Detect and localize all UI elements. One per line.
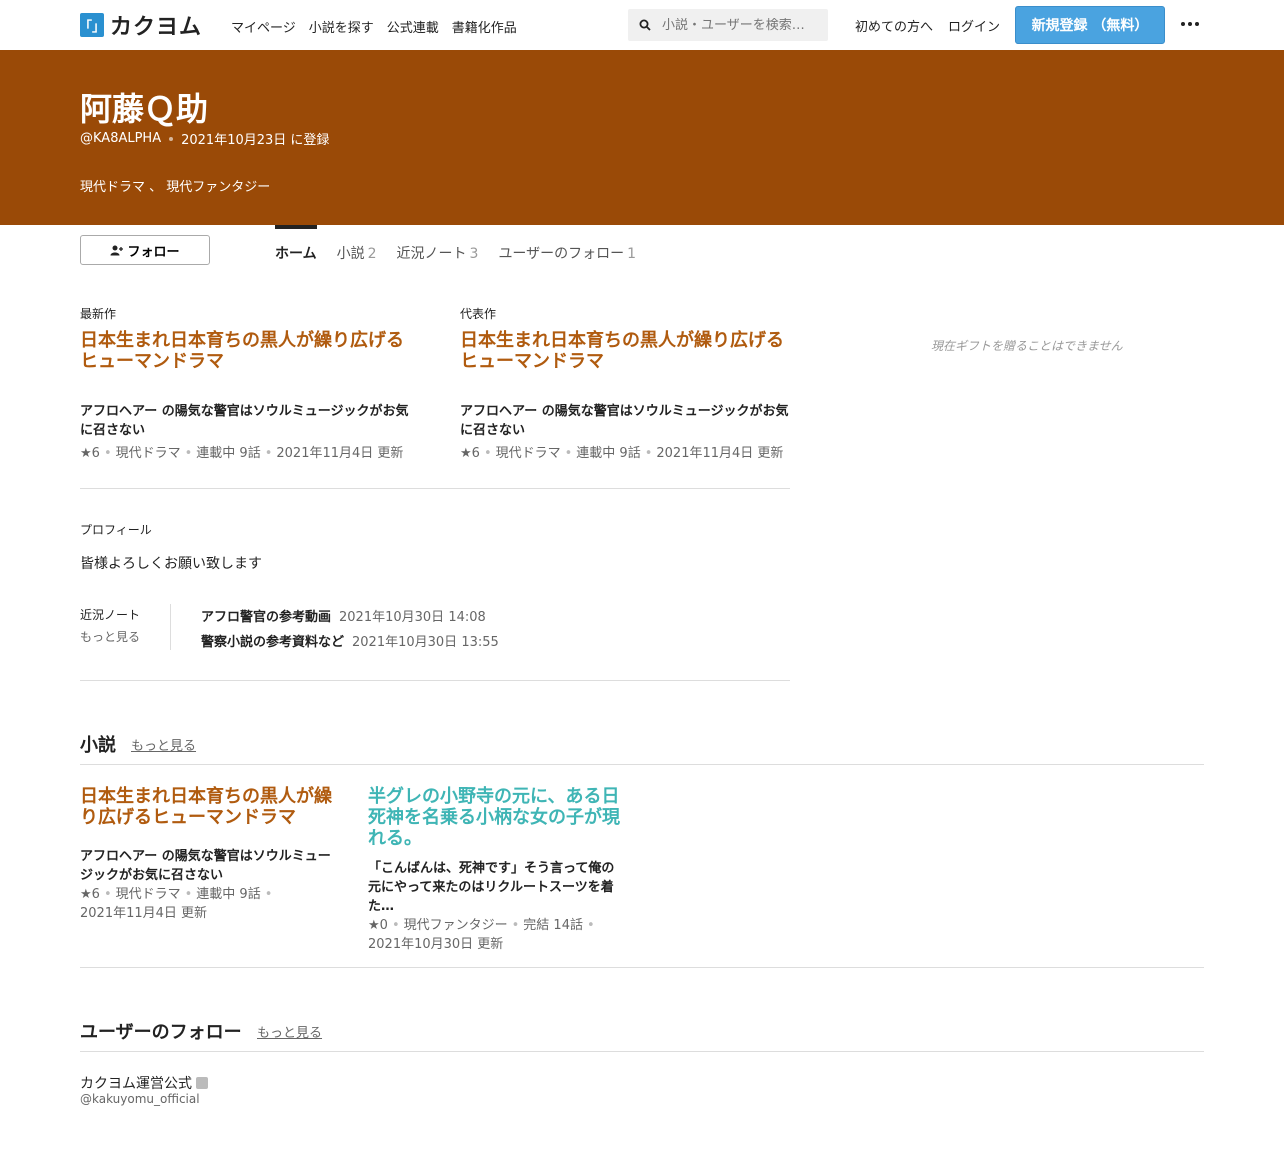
search-icon[interactable]: [628, 19, 662, 31]
notes-label: 近況ノート: [80, 608, 141, 622]
novel-title[interactable]: 半グレの小野寺の元に、ある日死神を名乗る小柄な女の子が現れる。: [368, 786, 623, 849]
user-handle: @KA8ALPHA: [80, 131, 162, 146]
registered-date: 2021年10月23日 に登録: [181, 133, 330, 148]
site-logo[interactable]: 「」 カクヨム: [79, 12, 203, 40]
divider: [170, 604, 171, 650]
divider: [80, 967, 1204, 968]
note-item: アフロ警官の参考動画 2021年10月30日 14:08: [201, 606, 486, 625]
separator-dot: [169, 136, 174, 141]
user-hero: 阿藤Ｑ助 @KA8ALPHA 2021年10月23日 に登録 現代ドラマ 、 現…: [0, 50, 1284, 225]
featured-work-label: 代表作: [460, 307, 497, 321]
latest-work-meta: ★6 • 現代ドラマ • 連載中 9話 • 2021年11月4日 更新: [80, 446, 404, 461]
add-user-icon: [110, 245, 124, 255]
tab-user-follows[interactable]: ユーザーのフォロー 1: [498, 225, 636, 265]
note-title[interactable]: アフロ警官の参考動画: [201, 610, 331, 625]
user-meta: @KA8ALPHA 2021年10月23日 に登録: [80, 129, 329, 148]
novel-meta: ★6 • 現代ドラマ • 連載中 9話 • 2021年11月4日 更新: [80, 887, 273, 921]
follow-button[interactable]: フォロー: [80, 235, 210, 265]
follow-label: フォロー: [127, 244, 180, 260]
follows-more-link[interactable]: もっと見る: [257, 1022, 322, 1041]
notes-more-link[interactable]: もっと見る: [80, 628, 140, 645]
official-badge-icon: [196, 1077, 208, 1089]
login-link[interactable]: ログイン: [948, 16, 1000, 35]
featured-work-meta: ★6 • 現代ドラマ • 連載中 9話 • 2021年11月4日 更新: [460, 446, 784, 461]
note-item: 警察小説の参考資料など 2021年10月30日 13:55: [201, 631, 499, 650]
latest-work-catchphrase: アフロヘアー の陽気な警官はソウルミュージックがお気に召さない: [80, 404, 409, 438]
tab-notes[interactable]: 近況ノート 3: [397, 225, 479, 265]
novel-card: 半グレの小野寺の元に、ある日死神を名乗る小柄な女の子が現れる。 「こんばんは、死…: [368, 786, 623, 954]
novels-section-title: 小説: [80, 735, 116, 756]
search-input[interactable]: [662, 17, 826, 33]
featured-work: 代表作 日本生まれ日本育ちの黒人が繰り広げるヒューマンドラマ アフロヘアー の陽…: [460, 305, 795, 461]
divider: [80, 488, 790, 489]
latest-work-title[interactable]: 日本生まれ日本育ちの黒人が繰り広げるヒューマンドラマ: [80, 330, 415, 372]
user-name: 阿藤Ｑ助: [80, 90, 209, 128]
divider: [80, 680, 790, 681]
novel-card: 日本生まれ日本育ちの黒人が繰り広げるヒューマンドラマ アフロヘアー の陽気な警官…: [80, 786, 335, 923]
nav-published-works[interactable]: 書籍化作品: [452, 17, 517, 36]
more-menu-icon[interactable]: [1178, 12, 1202, 36]
site-header: 「」 カクヨム マイページ 小説を探す 公式連載 書籍化作品 初めての方へ ログ…: [0, 0, 1284, 50]
signup-button[interactable]: 新規登録 （無料）: [1015, 6, 1165, 44]
novel-catchphrase: 「こんばんは、死神です」そう言って俺の元にやって来たのはリクルートスーツを着た…: [368, 861, 615, 914]
divider: [80, 1051, 1204, 1052]
nav-official-series[interactable]: 公式連載: [387, 17, 439, 36]
follows-section-title: ユーザーのフォロー: [80, 1022, 242, 1043]
novel-title[interactable]: 日本生まれ日本育ちの黒人が繰り広げるヒューマンドラマ: [80, 786, 335, 828]
main-nav: マイページ 小説を探す 公式連載 書籍化作品: [231, 17, 517, 36]
novels-more-link[interactable]: もっと見る: [131, 735, 196, 754]
user-genres: 現代ドラマ 、 現代ファンタジー: [80, 180, 271, 195]
profile-label: プロフィール: [80, 523, 152, 537]
gift-unavailable-note: 現在ギフトを贈ることはできません: [931, 339, 1123, 353]
novel-catchphrase: アフロヘアー の陽気な警官はソウルミュージックがお気に召さない: [80, 849, 331, 883]
tab-novels[interactable]: 小説 2: [337, 225, 377, 265]
divider: [80, 764, 1204, 765]
nav-mypage[interactable]: マイページ: [231, 17, 296, 36]
nav-find-novels[interactable]: 小説を探す: [309, 17, 374, 36]
note-date: 2021年10月30日 14:08: [339, 610, 486, 625]
featured-work-title[interactable]: 日本生まれ日本育ちの黒人が繰り広げるヒューマンドラマ: [460, 330, 795, 372]
search-box: [628, 9, 828, 41]
latest-work-label: 最新作: [80, 307, 117, 321]
note-title[interactable]: 警察小説の参考資料など: [201, 635, 344, 650]
profile-tabs: ホーム 小説 2 近況ノート 3 ユーザーのフォロー 1: [275, 225, 636, 265]
followed-user-handle: @kakuyomu_official: [80, 1092, 200, 1106]
tab-home[interactable]: ホーム: [275, 225, 317, 265]
profile-text: 皆様よろしくお願い致します: [80, 556, 262, 572]
note-date: 2021年10月30日 13:55: [352, 635, 499, 650]
first-time-link[interactable]: 初めての方へ: [855, 16, 933, 35]
featured-work-catchphrase: アフロヘアー の陽気な警官はソウルミュージックがお気に召さない: [460, 404, 789, 438]
novel-meta: ★0 • 現代ファンタジー • 完結 14話 • 2021年10月30日 更新: [368, 918, 595, 952]
logo-mark: 「」: [79, 13, 105, 37]
latest-work: 最新作 日本生まれ日本育ちの黒人が繰り広げるヒューマンドラマ アフロヘアー の陽…: [80, 305, 415, 461]
logo-text: カクヨム: [110, 15, 203, 40]
followed-user-name[interactable]: カクヨム運営公式: [80, 1073, 208, 1093]
